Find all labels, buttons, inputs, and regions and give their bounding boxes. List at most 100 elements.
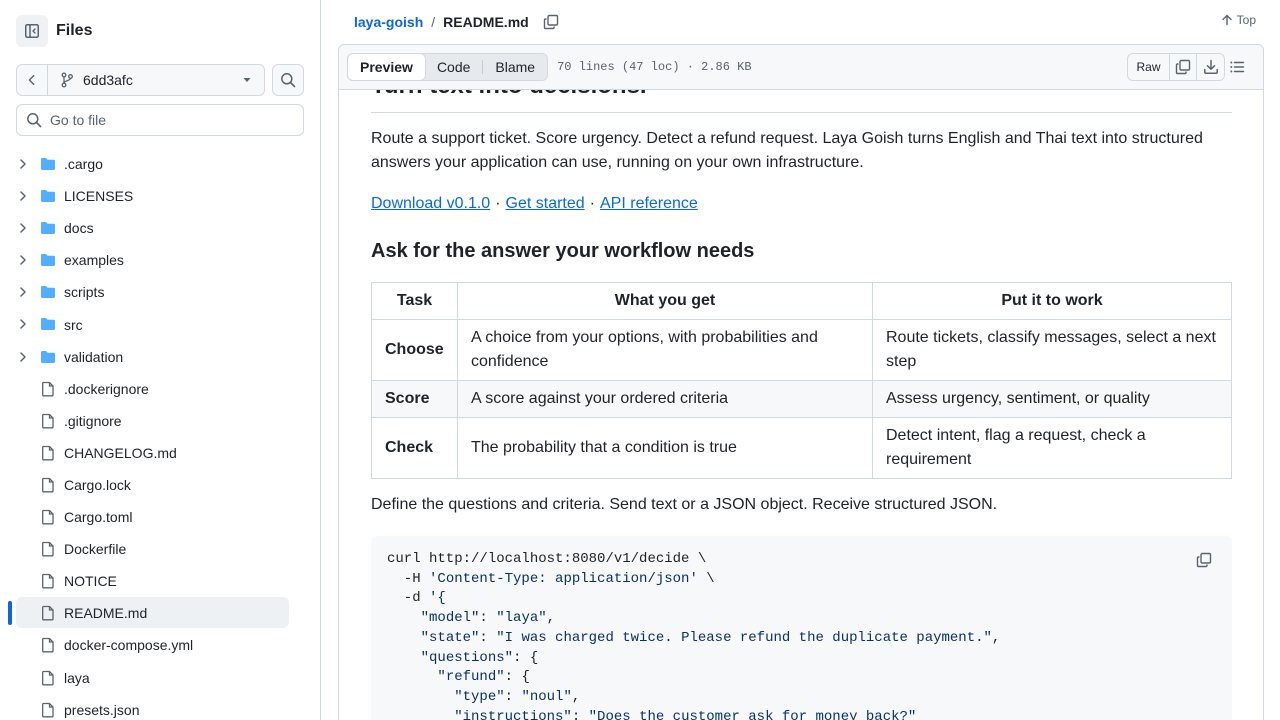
sidebar-collapse-icon [25,24,39,38]
file-toolbar: Preview Code Blame 70 lines (47 loc) · 2… [338,44,1264,90]
download-link[interactable]: Download v0.1.0 [371,195,490,212]
search-icon [281,73,296,88]
copy-icon [1175,59,1191,75]
readme-after-table: Define the questions and criteria. Send … [371,496,998,513]
tree-folder-item[interactable]: examples [0,244,320,276]
folder-icon [41,222,55,235]
download-icon [1203,59,1218,74]
back-to-top-button[interactable]: Top [1221,13,1256,27]
table-row: Score A score against your ordered crite… [371,380,1232,418]
chevron-right-icon[interactable] [17,318,29,330]
tree-file-item[interactable]: laya [0,662,320,694]
tree-folder-item[interactable]: LICENSES [0,180,320,212]
readme-content: Turn text into decisions. Route a suppor… [338,90,1264,720]
chevron-right-icon[interactable] [17,222,29,234]
file-view: laya-goish / README.md Top Preview Code … [338,0,1264,720]
folder-icon [41,158,55,170]
tree-folder-item[interactable]: .cargo [0,148,320,180]
tree-folder-item[interactable]: docs [0,212,320,244]
copy-path-button[interactable] [543,14,559,30]
get-started-link[interactable]: Get started [506,195,585,212]
branch-row: 6dd3afc [16,64,304,96]
tab-code[interactable]: Code [425,54,482,80]
top-label: Top [1236,13,1256,27]
code-line: "instructions": "Does the customer ask f… [454,708,917,720]
breadcrumb: laya-goish / README.md [354,14,529,30]
chevron-right-icon[interactable] [17,190,29,202]
tree-item-label: Cargo.lock [64,476,131,493]
file-icon [42,477,54,493]
code-line: "questions": { [420,649,539,666]
tree-item-label: src [64,316,83,333]
file-tree-sidebar: Files 6dd3afc Go to file .cargo LICENSES… [0,0,321,720]
file-meta: 70 lines (47 loc) · 2.86 KB [557,60,752,74]
copy-code-button[interactable] [1190,546,1218,574]
file-icon [42,670,54,685]
file-icon [42,574,54,589]
tree-file-item[interactable]: CHANGELOG.md [0,437,320,469]
file-icon [42,381,54,397]
folder-icon [41,318,55,331]
tasks-table: Task What you get Put it to work Choose … [371,282,1232,479]
table-header-cell: Task [371,282,458,320]
tree-item-label: docker-compose.yml [64,637,194,654]
copy-raw-button[interactable] [1170,54,1197,80]
table-cell: Route tickets, classify messages, select… [872,319,1232,381]
tab-preview[interactable]: Preview [347,53,426,81]
readme-heading-1: Turn text into decisions. [371,90,647,100]
tree-item-label: .cargo [64,156,103,173]
outline-button[interactable] [1229,59,1245,80]
tree-file-item[interactable]: docker-compose.yml [0,629,320,661]
tab-blame[interactable]: Blame [483,54,547,80]
tree-folder-item[interactable]: validation [0,341,320,373]
tree-file-item[interactable]: Cargo.lock [0,469,320,501]
tree-file-item[interactable]: .gitignore [0,405,320,437]
tree-item-label: validation [64,348,124,365]
go-to-file-input[interactable] [50,112,280,128]
raw-button[interactable]: Raw [1128,54,1170,80]
search-button[interactable] [272,64,304,96]
active-row-indicator [8,601,12,626]
chevron-left-icon [28,74,35,86]
file-icon [42,638,54,653]
tree-file-item[interactable]: .dockerignore [0,373,320,405]
tree-file-item[interactable]: Dockerfile [0,533,320,565]
copy-icon [1196,552,1212,568]
chevron-right-icon[interactable] [17,158,29,170]
api-reference-link[interactable]: API reference [600,195,698,212]
branch-selector[interactable]: 6dd3afc [48,65,264,95]
code-line: curl http://localhost:8080/v1/decide \ [387,551,707,567]
list-unordered-icon [1230,61,1245,73]
tree-item-label: README.md [64,605,148,622]
code-line: "model": "laya", [420,610,556,627]
chevron-right-icon[interactable] [17,254,29,266]
download-button[interactable] [1197,54,1224,80]
collapse-sidebar-button[interactable] [16,15,48,47]
tree-item-label: CHANGELOG.md [64,444,177,461]
git-branch-icon [61,72,73,88]
tree-item-label: Cargo.toml [64,509,133,526]
chevron-right-icon[interactable] [17,286,29,298]
table-cell: Assess urgency, sentiment, or quality [872,380,1232,418]
back-button[interactable] [17,65,48,95]
breadcrumb-repo-link[interactable]: laya-goish [354,14,423,30]
code-block: curl http://localhost:8080/v1/decide \ -… [371,536,1232,720]
table-header-cell: What you get [457,282,873,320]
sidebar-header: Files [16,15,92,47]
table-cell: Detect intent, flag a request, check a r… [872,417,1232,479]
file-icon [42,413,54,429]
readme-heading-2: Ask for the answer your workflow needs [371,240,755,262]
tree-folder-item[interactable]: scripts [0,276,320,308]
tree-file-item[interactable]: README.md [0,597,320,629]
tree-item-label: presets.json [64,701,140,718]
chevron-right-icon[interactable] [17,351,29,363]
go-to-file-field[interactable] [16,104,304,136]
tree-file-item[interactable]: Cargo.toml [0,501,320,533]
tree-file-item[interactable]: presets.json [0,694,320,720]
tree-file-item[interactable]: NOTICE [0,565,320,597]
tree-folder-item[interactable]: src [0,308,320,340]
breadcrumb-separator: / [431,14,436,30]
code-line: "type": "noul", [454,688,581,705]
file-icon [42,445,54,461]
active-row-highlight [16,597,289,629]
